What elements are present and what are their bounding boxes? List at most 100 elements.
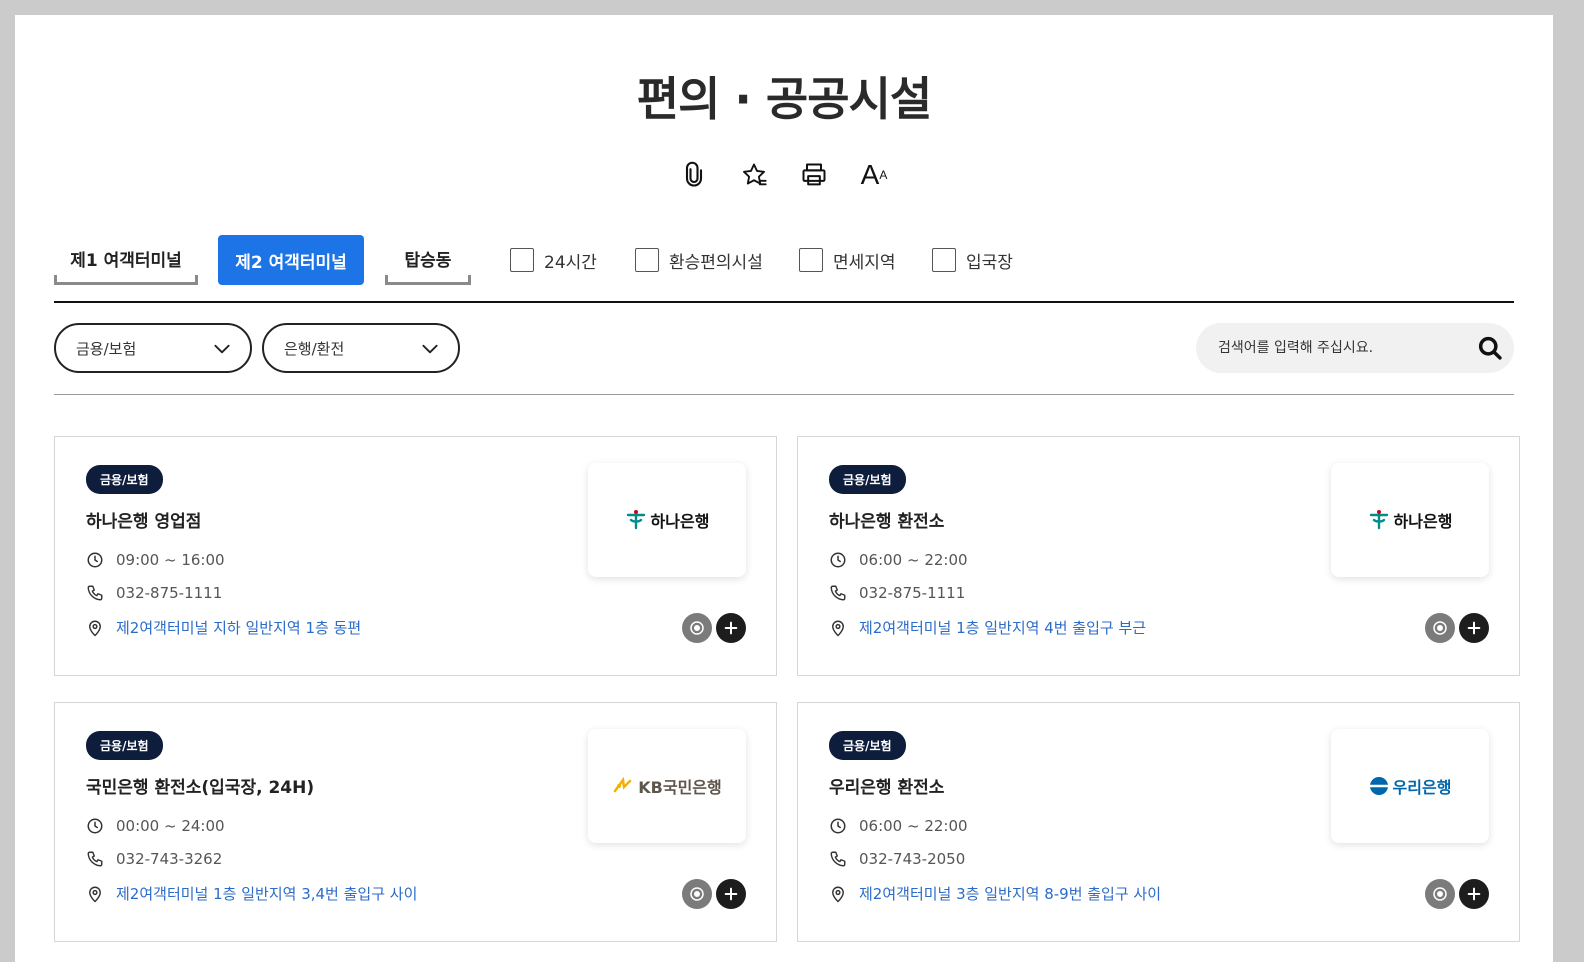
location-pin-icon	[832, 886, 844, 902]
page-title: 편의 · 공공시설	[636, 72, 932, 126]
card-actions	[1425, 613, 1489, 643]
search-box	[1196, 323, 1514, 373]
location-row[interactable]: 제2여객터미널 3층 일반지역 8-9번 출입구 사이	[829, 883, 1161, 904]
bank-logo: 하나은행	[1331, 463, 1489, 577]
checkbox-box[interactable]	[510, 248, 534, 272]
map-pin-icon	[690, 887, 704, 901]
category-select-value: 금용/보험	[76, 339, 137, 358]
filter-arrival-checkbox[interactable]: 입국장	[932, 246, 1013, 274]
facility-card: 금용/보험 하나은행 영업점 09:00 ~ 16:00 032-875-111…	[54, 436, 777, 676]
location-link[interactable]: 제2여객터미널 지하 일반지역 1층 동편	[116, 617, 361, 638]
bank-logo: 우리은행	[1331, 729, 1489, 843]
clock-icon	[87, 552, 103, 568]
checkbox-label: 입국장	[966, 252, 1013, 273]
chevron-down-icon	[214, 344, 230, 354]
hours-row: 06:00 ~ 22:00	[829, 817, 968, 835]
location-row[interactable]: 제2여객터미널 1층 일반지역 3,4번 출입구 사이	[86, 883, 417, 904]
checkbox-box[interactable]	[799, 248, 823, 272]
location-row[interactable]: 제2여객터미널 1층 일반지역 4번 출입구 부근	[829, 617, 1146, 638]
facility-name: 우리은행 환전소	[829, 778, 945, 798]
plus-icon	[1467, 621, 1481, 635]
location-pin-icon	[89, 620, 101, 636]
map-pin-icon	[690, 621, 704, 635]
search-icon[interactable]	[1476, 334, 1504, 362]
phone-icon	[830, 851, 846, 867]
font-size-large: A	[860, 159, 880, 190]
checkbox-label: 24시간	[544, 252, 597, 273]
map-location-button[interactable]	[1425, 879, 1455, 909]
phone-text: 032-875-1111	[859, 584, 966, 602]
print-icon[interactable]	[795, 160, 833, 190]
subcategory-select[interactable]: 은행/환전	[262, 323, 460, 373]
facility-card: 금용/보험 하나은행 환전소 06:00 ~ 22:00 032-875-111…	[797, 436, 1520, 676]
location-link[interactable]: 제2여객터미널 3층 일반지역 8-9번 출입구 사이	[859, 883, 1161, 904]
star-icon[interactable]	[735, 160, 773, 190]
tab-terminal-2[interactable]: 제2 여객터미널	[218, 235, 364, 285]
bank-logo-mark	[625, 509, 647, 531]
toolbar: AA	[15, 159, 1553, 190]
checkbox-box[interactable]	[635, 248, 659, 272]
location-link[interactable]: 제2여객터미널 1층 일반지역 3,4번 출입구 사이	[116, 883, 417, 904]
hours-row: 09:00 ~ 16:00	[86, 551, 225, 569]
facility-name: 하나은행 영업점	[86, 512, 202, 532]
tab-concourse[interactable]: 탑승동	[385, 235, 471, 285]
phone-row: 032-875-1111	[829, 584, 965, 602]
filter-dutyfree-checkbox[interactable]: 면세지역	[799, 246, 896, 274]
category-badge: 금용/보험	[829, 465, 906, 494]
phone-row: 032-743-2050	[829, 850, 965, 868]
checkbox-box[interactable]	[932, 248, 956, 272]
bank-logo: KB국민은행	[588, 729, 746, 843]
facility-card: 금용/보험 국민은행 환전소(입국장, 24H) 00:00 ~ 24:00 0…	[54, 702, 777, 942]
filter-transfer-checkbox[interactable]: 환승편의시설	[635, 246, 763, 274]
location-pin-icon	[832, 620, 844, 636]
card-actions	[682, 613, 746, 643]
clock-icon	[830, 818, 846, 834]
plus-icon	[724, 621, 738, 635]
phone-text: 032-875-1111	[116, 584, 223, 602]
location-row[interactable]: 제2여객터미널 지하 일반지역 1층 동편	[86, 617, 361, 638]
tab-terminal-1[interactable]: 제1 여객터미널	[54, 235, 198, 285]
phone-icon	[87, 851, 103, 867]
category-badge: 금용/보험	[86, 731, 163, 760]
font-size-icon[interactable]: AA	[855, 159, 893, 190]
map-location-button[interactable]	[682, 879, 712, 909]
bank-logo-text: 하나은행	[1393, 512, 1453, 531]
clock-icon	[830, 552, 846, 568]
font-size-small: A	[879, 168, 888, 182]
checkbox-label: 환승편의시설	[669, 252, 763, 273]
category-badge: 금용/보험	[86, 465, 163, 494]
phone-icon	[87, 585, 103, 601]
phone-row: 032-875-1111	[86, 584, 222, 602]
subcategory-select-value: 은행/환전	[284, 339, 345, 358]
location-link[interactable]: 제2여객터미널 1층 일반지역 4번 출입구 부근	[859, 617, 1146, 638]
clip-icon[interactable]	[675, 160, 713, 190]
bank-logo-text: KB국민은행	[638, 778, 722, 797]
map-location-button[interactable]	[1425, 613, 1455, 643]
phone-row: 032-743-3262	[86, 850, 222, 868]
plus-icon	[1467, 887, 1481, 901]
category-select[interactable]: 금용/보험	[54, 323, 252, 373]
hours-text: 06:00 ~ 22:00	[859, 817, 968, 835]
bank-logo-mark	[1369, 776, 1389, 796]
filter-24h-checkbox[interactable]: 24시간	[510, 246, 597, 274]
hours-text: 06:00 ~ 22:00	[859, 551, 968, 569]
phone-text: 032-743-2050	[859, 850, 966, 868]
more-info-button[interactable]	[1459, 613, 1489, 643]
plus-icon	[724, 887, 738, 901]
facility-name: 하나은행 환전소	[829, 512, 945, 532]
facility-name: 국민은행 환전소(입국장, 24H)	[86, 778, 315, 798]
more-info-button[interactable]	[1459, 879, 1489, 909]
phone-text: 032-743-3262	[116, 850, 223, 868]
more-info-button[interactable]	[716, 613, 746, 643]
map-pin-icon	[1433, 887, 1447, 901]
category-badge: 금용/보험	[829, 731, 906, 760]
clock-icon	[87, 818, 103, 834]
more-info-button[interactable]	[716, 879, 746, 909]
search-input[interactable]	[1218, 340, 1448, 356]
map-location-button[interactable]	[682, 613, 712, 643]
bank-logo-text: 우리은행	[1392, 778, 1452, 797]
hours-row: 06:00 ~ 22:00	[829, 551, 968, 569]
bank-logo: 하나은행	[588, 463, 746, 577]
bank-logo-mark	[1368, 509, 1390, 531]
map-pin-icon	[1433, 621, 1447, 635]
